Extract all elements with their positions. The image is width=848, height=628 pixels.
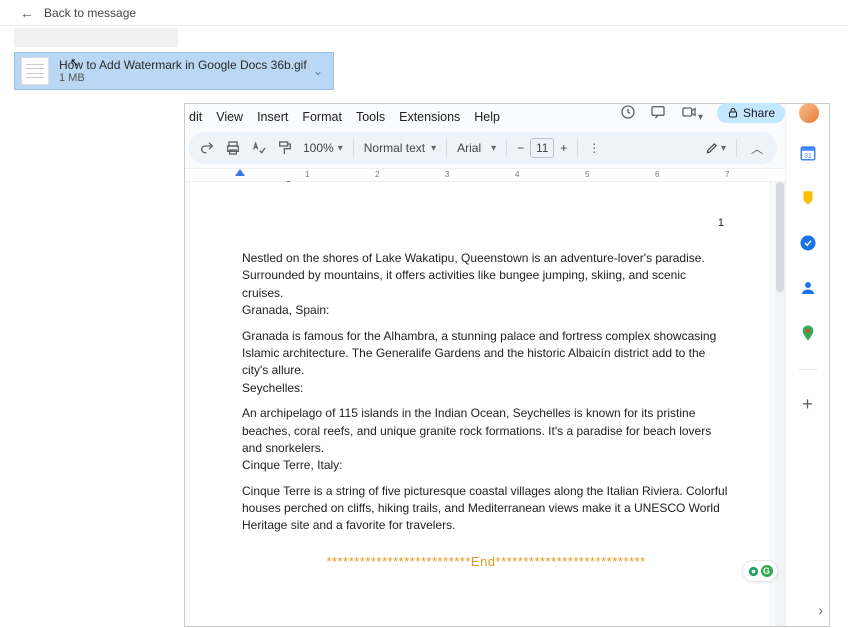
doc-end-marker: **************************End***********… <box>242 553 730 572</box>
menu-format[interactable]: Format <box>302 110 342 124</box>
paint-format-icon[interactable] <box>277 140 293 156</box>
more-toolbar-icon[interactable]: ⋮ <box>588 141 600 155</box>
attachment-card[interactable]: How to Add Watermark in Google Docs 36b.… <box>14 52 334 90</box>
print-icon[interactable] <box>225 140 241 156</box>
grammarly-badge[interactable]: G <box>742 560 778 582</box>
doc-paragraph: Granada is famous for the Alhambra, a st… <box>242 328 730 380</box>
header-placeholder <box>14 28 178 47</box>
gif-preview-frame: ▾ Share dit View Insert Format Tools Ext… <box>184 103 830 627</box>
comment-icon[interactable] <box>650 104 666 123</box>
font-dropdown[interactable]: Arial▾ <box>457 141 496 155</box>
scrollbar-thumb[interactable] <box>776 182 784 292</box>
doc-heading: Granada, Spain: <box>242 302 730 319</box>
menu-help[interactable]: Help <box>474 110 500 124</box>
ruler-mark: 2 <box>375 170 379 179</box>
doc-paragraph: Nestled on the shores of Lake Wakatipu, … <box>242 250 730 302</box>
doc-heading: Cinque Terre, Italy: <box>242 457 730 474</box>
maps-icon[interactable] <box>799 324 817 345</box>
toolbar: 100%▾ Normal text▾ Arial▾ − 11 + ⋮ ▾ ︿ <box>189 132 777 164</box>
ruler-mark: 6 <box>655 170 659 179</box>
svg-text:31: 31 <box>804 153 812 160</box>
attachment-filename: How to Add Watermark in Google Docs 36b.… <box>59 58 309 72</box>
ruler-mark: 5 <box>585 170 589 179</box>
scrollbar-track[interactable] <box>775 182 785 626</box>
expand-panel-icon[interactable]: › <box>818 602 823 618</box>
doc-paragraph: Cinque Terre is a string of five picture… <box>242 483 730 535</box>
gdoc-app: ▾ Share dit View Insert Format Tools Ext… <box>185 104 785 626</box>
ruler[interactable]: 1 2 3 4 5 6 7 <box>185 168 785 182</box>
menu-view[interactable]: View <box>216 110 243 124</box>
grammarly-g-icon: G <box>761 565 773 577</box>
back-link[interactable]: Back to message <box>44 6 136 20</box>
menu-tools[interactable]: Tools <box>356 110 385 124</box>
contacts-icon[interactable] <box>799 279 817 300</box>
ruler-mark: 7 <box>725 170 729 179</box>
indent-marker-icon[interactable] <box>235 169 245 176</box>
menu-insert[interactable]: Insert <box>257 110 288 124</box>
paragraph-style-dropdown[interactable]: Normal text▾ <box>364 141 436 155</box>
attachment-thumbnail <box>21 57 49 85</box>
doc-paragraph: An archipelago of 115 islands in the Ind… <box>242 405 730 457</box>
history-icon[interactable] <box>620 104 636 123</box>
page-number: 1 <box>718 216 724 232</box>
calendar-icon[interactable]: 31 <box>799 144 817 165</box>
font-decrease-button[interactable]: − <box>517 141 524 155</box>
ruler-mark: 1 <box>305 170 309 179</box>
menu-extensions[interactable]: Extensions <box>399 110 460 124</box>
ruler-mark: 4 <box>515 170 519 179</box>
collapse-toolbar-icon[interactable]: ︿ <box>747 138 767 158</box>
ruler-mark: 3 <box>445 170 449 179</box>
document-page[interactable]: 1 Nestled on the shores of Lake Wakatipu… <box>189 182 771 626</box>
spellcheck-icon[interactable] <box>251 140 267 156</box>
font-increase-button[interactable]: + <box>560 141 567 155</box>
attachment-filesize: 1 MB <box>59 72 309 84</box>
back-arrow-icon[interactable]: ← <box>20 5 34 21</box>
editing-mode-dropdown[interactable]: ▾ <box>705 141 726 155</box>
chevron-down-icon[interactable]: ⌄ <box>309 64 327 78</box>
keep-icon[interactable] <box>799 189 817 210</box>
tasks-icon[interactable] <box>799 234 817 255</box>
meet-icon[interactable]: ▾ <box>680 104 703 123</box>
redo-icon[interactable] <box>199 140 215 156</box>
zoom-dropdown[interactable]: 100%▾ <box>303 141 343 155</box>
font-size-input[interactable]: 11 <box>530 138 554 158</box>
share-button[interactable]: Share <box>717 104 785 123</box>
share-label: Share <box>743 106 775 120</box>
addons-plus-icon[interactable]: + <box>802 394 813 415</box>
menu-edit[interactable]: dit <box>189 110 202 124</box>
doc-heading: Seychelles: <box>242 380 730 397</box>
side-panel: 31 + <box>785 104 829 626</box>
